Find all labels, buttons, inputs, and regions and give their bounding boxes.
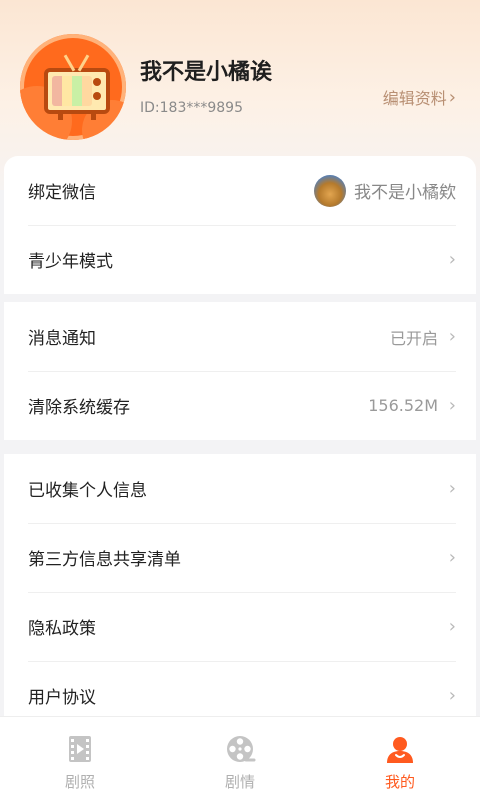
settings-row-teen-mode[interactable]: 青少年模式 › xyxy=(4,225,476,294)
row-label: 青少年模式 xyxy=(28,252,113,272)
tab-mine[interactable]: 我的 xyxy=(320,717,480,800)
tab-label: 我的 xyxy=(384,773,415,791)
row-label: 绑定微信 xyxy=(28,183,96,203)
film-icon xyxy=(69,736,91,762)
tab-label: 剧照 xyxy=(64,773,95,791)
chevron-right-icon: › xyxy=(448,86,456,108)
user-icon xyxy=(387,737,413,763)
settings-row-notifications[interactable]: 消息通知 已开启 › xyxy=(4,302,476,371)
cache-size: 156.52M xyxy=(368,396,438,415)
tab-plot[interactable]: 剧情 xyxy=(160,717,320,800)
user-id: ID:183***9895 xyxy=(140,100,243,116)
username: 我不是小橘诶 xyxy=(140,60,273,85)
wechat-avatar xyxy=(314,174,346,207)
bottom-tab-bar: 剧照 剧情 我的 xyxy=(0,716,480,800)
row-label: 用户协议 xyxy=(28,688,96,708)
settings-group-system: 消息通知 已开启 › 清除系统缓存 156.52M › xyxy=(4,302,476,440)
settings-row-third-party-list[interactable]: 第三方信息共享清单 › xyxy=(4,523,476,592)
notification-status: 已开启 xyxy=(389,328,438,348)
row-label: 清除系统缓存 xyxy=(28,398,130,418)
tab-label: 剧情 xyxy=(224,773,255,791)
retro-tv-icon xyxy=(44,54,110,120)
tab-stills[interactable]: 剧照 xyxy=(0,717,160,800)
settings-group-privacy: 已收集个人信息 › 第三方信息共享清单 › 隐私政策 › 用户协议 › xyxy=(4,454,476,730)
chevron-right-icon: › xyxy=(448,326,456,347)
settings-group-account: 绑定微信 我不是小橘欸 青少年模式 › xyxy=(4,156,476,294)
wechat-nickname: 我不是小橘欸 xyxy=(354,183,456,203)
chevron-right-icon: › xyxy=(448,685,456,706)
edit-profile-label: 编辑资料 xyxy=(382,89,447,108)
settings-row-bind-wechat[interactable]: 绑定微信 我不是小橘欸 xyxy=(4,156,476,225)
settings-row-clear-cache[interactable]: 清除系统缓存 156.52M › xyxy=(4,371,476,440)
row-label: 已收集个人信息 xyxy=(28,481,147,501)
settings-row-collected-info[interactable]: 已收集个人信息 › xyxy=(4,454,476,523)
row-label: 隐私政策 xyxy=(28,619,96,639)
chevron-right-icon: › xyxy=(448,478,456,499)
row-label: 消息通知 xyxy=(28,329,96,349)
chevron-right-icon: › xyxy=(448,547,456,568)
chevron-right-icon: › xyxy=(448,395,456,416)
chevron-right-icon: › xyxy=(448,249,456,270)
row-label: 第三方信息共享清单 xyxy=(28,550,181,570)
chevron-right-icon: › xyxy=(448,616,456,637)
edit-profile-link[interactable]: 编辑资料 › xyxy=(383,85,456,109)
settings-row-privacy-policy[interactable]: 隐私政策 › xyxy=(4,592,476,661)
film-reel-icon xyxy=(227,736,256,762)
avatar[interactable] xyxy=(20,34,126,140)
